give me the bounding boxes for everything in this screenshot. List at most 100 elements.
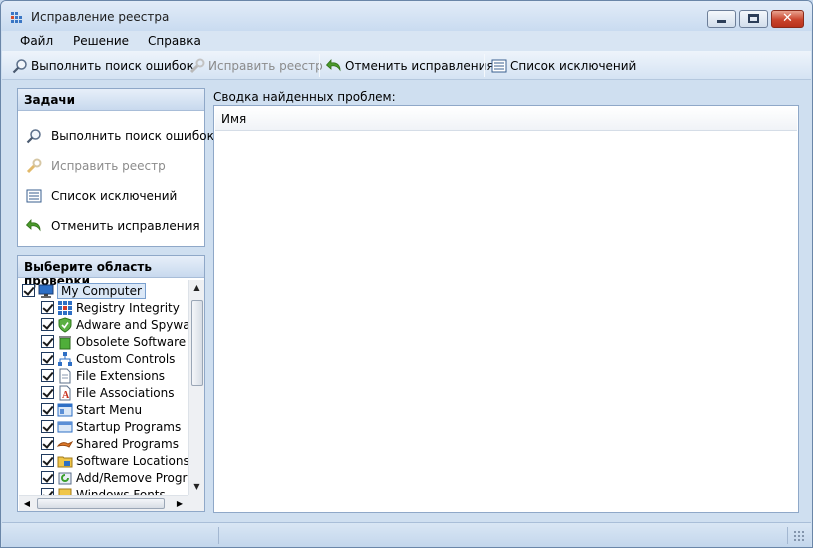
task-scan[interactable]: Выполнить поиск ошибок [26,127,214,145]
tree-item-label: Add/Remove Programs [76,470,189,485]
tree-item[interactable]: Shared Programs [41,435,179,452]
scan-area-header: Выберите область проверки [18,256,204,288]
tree-item[interactable]: Software Locations [41,452,189,469]
svg-text:A: A [62,390,70,401]
maximize-icon [748,14,759,23]
undo-fixes-button[interactable]: Отменить исправления [326,55,494,76]
resize-grip-icon[interactable] [793,530,805,542]
tree-item-label: Custom Controls [76,351,176,366]
close-button[interactable]: ✕ [771,10,804,28]
task-fix-registry-label: Исправить реестр [51,159,166,173]
tree-horizontal-scrollbar[interactable]: ◀ ▶ [19,495,188,511]
tree-checkbox[interactable] [22,284,35,297]
tree-item-label: File Extensions [76,368,166,383]
results-list[interactable]: Имя [213,105,799,513]
tree-item-label: Registry Integrity [76,300,180,315]
tree-checkbox[interactable] [41,420,54,433]
app-window: Исправление реестра ✕ Файл Решение Справ… [0,0,813,548]
task-undo-fixes[interactable]: Отменить исправления [26,217,200,235]
fix-registry-label: Исправить реестр [208,58,323,73]
file-icon [57,368,73,384]
scroll-thumb[interactable] [37,498,165,509]
minimize-icon [717,20,726,23]
scan-button[interactable]: Выполнить поиск ошибок [12,55,194,76]
status-divider [787,527,788,544]
recycle-bin-icon [57,334,73,350]
tree-checkbox[interactable] [41,301,54,314]
status-divider [218,527,219,544]
menu-bar: Файл Решение Справка [2,31,811,51]
tree-item[interactable]: Obsolete Software [41,333,186,350]
tree-checkbox[interactable] [41,403,54,416]
app-registry-icon [10,10,24,24]
menu-help[interactable]: Справка [148,34,201,48]
shield-icon [57,316,73,333]
title-bar[interactable]: Исправление реестра ✕ [1,1,812,31]
tree-item-label: Obsolete Software [76,334,187,349]
minimize-button[interactable] [707,10,736,28]
tree-item-label: Start Menu [76,402,143,417]
scan-area-panel: Выберите область проверки My Computer Re… [17,255,205,512]
tree-item[interactable]: Custom Controls [41,350,175,367]
tree-item[interactable]: Add/Remove Programs [41,469,189,486]
tree-item[interactable]: Startup Programs [41,418,181,435]
scrollbar-corner [188,495,204,511]
tree-vertical-scrollbar[interactable]: ▲ ▼ [188,280,204,495]
task-fix-registry[interactable]: Исправить реестр [26,157,166,175]
undo-arrow-icon [326,58,342,74]
tree-item[interactable]: A File Associations [41,384,174,401]
tree-root-my-computer[interactable]: My Computer [22,282,146,299]
tasks-panel: Задачи Выполнить поиск ошибок Исправить … [17,88,214,247]
tree-checkbox[interactable] [41,437,54,450]
fix-registry-button[interactable]: Исправить реестр [189,55,323,76]
tree-item-label: Startup Programs [76,419,182,434]
task-exclusions-label: Список исключений [51,189,178,203]
undo-arrow-icon [26,218,42,234]
window-icon [57,419,73,435]
scroll-thumb[interactable] [191,300,203,386]
scroll-up-icon[interactable]: ▲ [189,280,204,296]
scroll-right-icon[interactable]: ▶ [172,496,188,511]
tree-item[interactable]: Adware and Spyware [41,316,189,333]
undo-fixes-label: Отменить исправления [345,58,494,73]
tree-checkbox[interactable] [41,488,54,495]
menu-solution[interactable]: Решение [73,34,129,48]
maximize-button[interactable] [739,10,768,28]
tree-checkbox[interactable] [41,471,54,484]
results-list-header: Имя [215,107,797,131]
font-file-icon: A [57,385,73,401]
wrench-icon [189,58,205,74]
tree-checkbox[interactable] [41,454,54,467]
fonts-icon [57,487,73,495]
tree-checkbox[interactable] [41,335,54,348]
tree-item[interactable]: File Extensions [41,367,165,384]
tree-checkbox[interactable] [41,369,54,382]
wrench-icon [26,158,42,174]
tree-checkbox[interactable] [41,318,54,331]
status-bar [2,522,811,547]
magnifier-icon [12,58,28,74]
menu-file[interactable]: Файл [20,34,53,48]
tree-checkbox[interactable] [41,386,54,399]
tree-checkbox[interactable] [41,352,54,365]
toolbar: Выполнить поиск ошибок Исправить реестр … [2,51,811,80]
column-header-name[interactable]: Имя [221,112,246,126]
results-summary-label: Сводка найденных проблем: [213,90,396,104]
tree-item-label: Shared Programs [76,436,179,451]
tree-item-label: Software Locations [76,453,189,468]
tree-item[interactable]: Start Menu [41,401,142,418]
registry-icon [57,300,73,316]
exclusions-button[interactable]: Список исключений [491,55,636,76]
list-icon [26,188,42,204]
tree-item[interactable]: Windows Fonts [41,486,166,495]
folder-icon [57,453,73,469]
tree-item-label: Windows Fonts [76,487,166,496]
task-exclusions[interactable]: Список исключений [26,187,177,205]
tasks-header: Задачи [18,89,204,111]
tree-item[interactable]: Registry Integrity [41,299,180,316]
close-icon: ✕ [782,11,793,26]
shared-icon [57,436,73,452]
scroll-left-icon[interactable]: ◀ [19,496,35,511]
scroll-down-icon[interactable]: ▼ [189,479,204,495]
scan-area-tree: My Computer Registry Integrity Adware and… [19,280,189,495]
